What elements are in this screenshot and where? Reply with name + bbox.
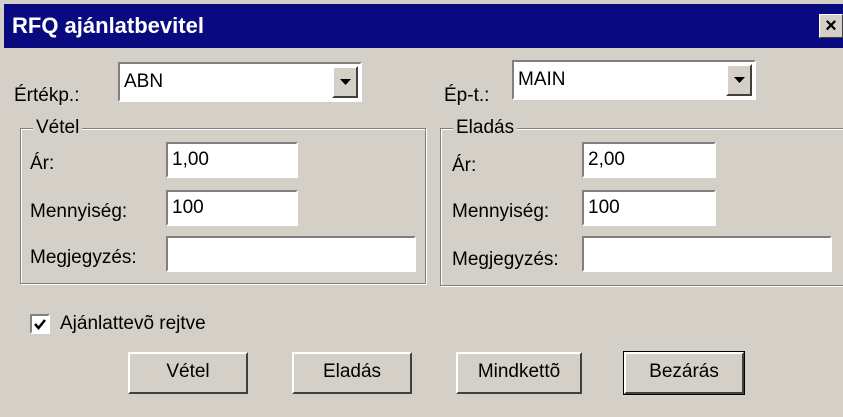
check-icon	[34, 319, 46, 330]
close-icon: ×	[825, 15, 837, 37]
ertekp-dropdown-button[interactable]	[332, 66, 358, 98]
window-title: RFQ ajánlatbevitel	[12, 13, 204, 38]
eladas-button[interactable]: Eladás	[292, 352, 412, 394]
vetel-mennyiseg-value: 100	[172, 197, 204, 218]
vetel-mennyiseg-input[interactable]: 100	[166, 190, 298, 226]
title-bar[interactable]: RFQ ajánlatbevitel ×	[4, 4, 843, 48]
eladas-mennyiseg-input[interactable]: 100	[582, 190, 716, 226]
eladas-megjegyzes-input[interactable]	[582, 236, 832, 272]
eladas-mennyiseg-label: Mennyiség:	[452, 201, 550, 222]
chevron-down-icon	[734, 77, 745, 83]
ertekp-label: Értékp.:	[14, 85, 80, 106]
ept-dropdown-button[interactable]	[726, 64, 752, 96]
eladas-megjegyzes-label: Megjegyzés:	[452, 249, 559, 270]
eladas-mennyiseg-value: 100	[588, 197, 620, 218]
vetel-ar-input[interactable]: 1,00	[166, 142, 298, 178]
eladas-ar-input[interactable]: 2,00	[582, 142, 716, 178]
vetel-megjegyzes-input[interactable]	[166, 236, 416, 272]
mindketto-button[interactable]: Mindkettõ	[456, 352, 582, 394]
vetel-mennyiseg-label: Mennyiség:	[30, 201, 128, 222]
ajanlattevo-rejtve-checkbox[interactable]	[30, 314, 50, 334]
rfq-dialog: RFQ ajánlatbevitel × Értékp.: ABN Ép-t.:…	[0, 0, 843, 417]
eladas-ar-value: 2,00	[588, 149, 625, 170]
close-button[interactable]: ×	[819, 14, 843, 38]
ept-label: Ép-t.:	[444, 85, 490, 106]
ajanlattevo-rejtve-label: Ajánlattevõ rejtve	[60, 313, 206, 334]
ept-value: MAIN	[518, 69, 566, 90]
vetel-group-title: Vétel	[33, 116, 83, 140]
ertekp-value: ABN	[124, 71, 164, 92]
ertekp-combobox[interactable]: ABN	[118, 62, 362, 102]
vetel-button[interactable]: Vétel	[128, 352, 248, 394]
vetel-megjegyzes-label: Megjegyzés:	[30, 247, 137, 268]
vetel-ar-value: 1,00	[172, 149, 209, 170]
chevron-down-icon	[340, 79, 351, 85]
bezaras-button[interactable]: Bezárás	[623, 351, 745, 395]
ept-combobox[interactable]: MAIN	[512, 60, 756, 100]
vetel-ar-label: Ár:	[30, 153, 55, 174]
eladas-group-title: Eladás	[453, 116, 518, 140]
eladas-ar-label: Ár:	[452, 155, 477, 176]
